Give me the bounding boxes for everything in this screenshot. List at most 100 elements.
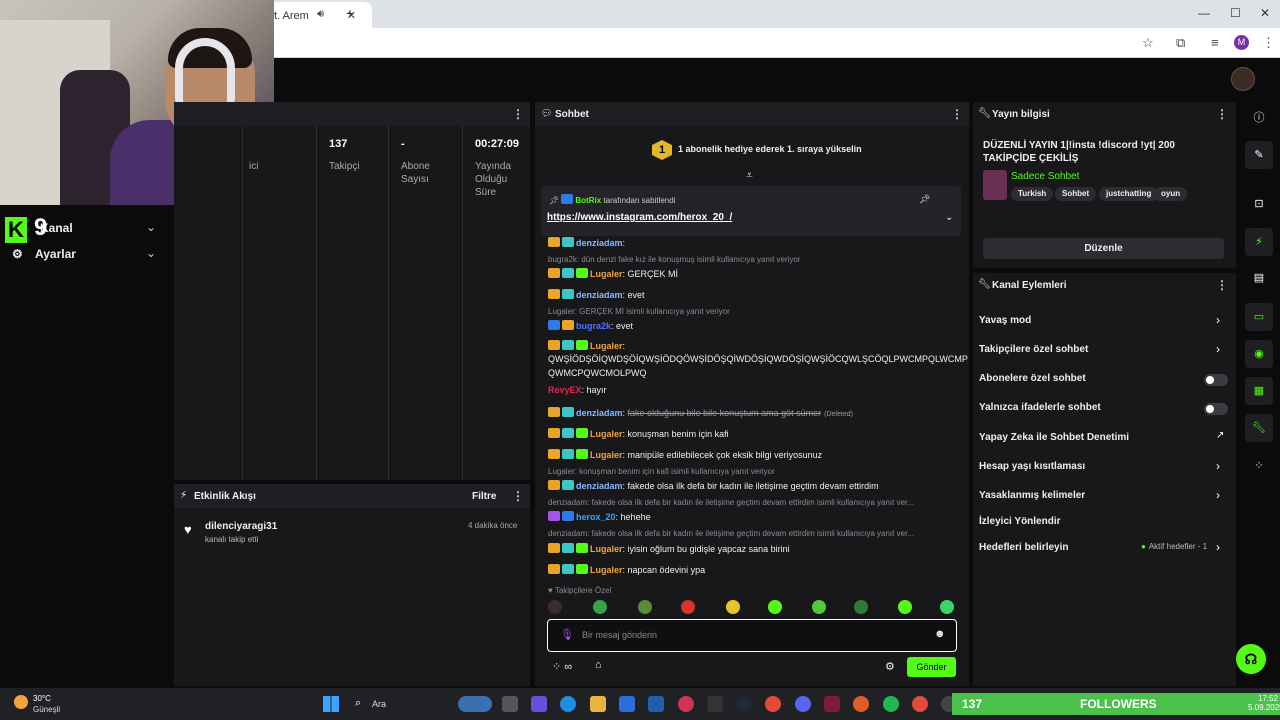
chevron-right-icon[interactable]: ›: [1216, 459, 1220, 473]
taskbar-widget[interactable]: [458, 696, 492, 712]
minimize-icon[interactable]: —: [1198, 6, 1210, 20]
emote[interactable]: [940, 600, 954, 614]
more-options-icon[interactable]: ⋮: [512, 489, 524, 503]
info-icon[interactable]: ⓘ: [1245, 104, 1273, 132]
emote[interactable]: [854, 600, 868, 614]
chat-username[interactable]: herox_20: [576, 512, 616, 522]
chevron-right-icon[interactable]: ›: [1216, 488, 1220, 502]
chevron-down-icon[interactable]: ⌄: [146, 220, 156, 234]
steam-icon[interactable]: [736, 696, 752, 712]
store-icon[interactable]: ⌂: [595, 659, 602, 671]
extensions-icon[interactable]: ⧉: [1176, 35, 1185, 51]
browser-tab-active[interactable]: t. Arem 🔊︎ ✕: [262, 2, 372, 28]
help-button[interactable]: ☊: [1236, 644, 1266, 674]
action-emotes-only[interactable]: Yalnızca ifadelerle sohbet: [979, 402, 1101, 413]
emote[interactable]: [768, 600, 782, 614]
tools-icon[interactable]: ⁘: [1245, 452, 1273, 480]
epic-games-icon[interactable]: [707, 696, 723, 712]
chat-input[interactable]: 🎙︎ Bir mesaj gönderin ☻: [547, 619, 957, 652]
tag[interactable]: Turkish: [1011, 187, 1054, 201]
speaker-icon[interactable]: 🔊︎: [317, 8, 324, 21]
chat-username[interactable]: Lugaler: [590, 429, 623, 439]
chevron-right-icon[interactable]: ›: [1216, 313, 1220, 327]
category-thumbnail[interactable]: [983, 170, 1007, 200]
user-avatar[interactable]: [1231, 67, 1255, 91]
tag[interactable]: oyun: [1154, 187, 1188, 201]
send-button[interactable]: Gönder: [907, 657, 956, 677]
chevron-right-icon[interactable]: ›: [1216, 540, 1220, 554]
opera-icon[interactable]: [678, 696, 694, 712]
subscribers-only-toggle[interactable]: [1204, 374, 1228, 386]
search-icon[interactable]: ⌕: [355, 697, 361, 710]
chat-icon[interactable]: ▭: [1245, 303, 1273, 331]
more-options-icon[interactable]: ⋮: [1216, 107, 1228, 121]
action-followers-only[interactable]: Takipçilere özel sohbet: [979, 344, 1088, 355]
outlook-icon[interactable]: [648, 696, 664, 712]
tag[interactable]: Sohbet: [1055, 187, 1097, 201]
profile-avatar[interactable]: M: [1234, 35, 1249, 50]
chevron-down-icon[interactable]: ⌄: [945, 212, 953, 223]
bookmark-star-icon[interactable]: ☆: [1142, 35, 1154, 51]
chat-username[interactable]: Lugaler: [590, 341, 623, 351]
tag[interactable]: justchatting: [1099, 187, 1159, 201]
document-icon[interactable]: ▤: [1245, 264, 1273, 292]
app-icon[interactable]: [853, 696, 869, 712]
external-link-icon[interactable]: ↗: [1216, 430, 1224, 441]
pencil-icon[interactable]: ✎: [1245, 141, 1273, 169]
maximize-icon[interactable]: ☐: [1230, 6, 1241, 20]
media-control-icon[interactable]: ≡: [1211, 35, 1219, 50]
pinned-link[interactable]: https://www.instagram.com/herox_20_/: [547, 212, 732, 223]
action-raid[interactable]: İzleyici Yönlendir: [979, 516, 1061, 527]
taskbar-search[interactable]: Ara: [372, 699, 386, 709]
chat-username[interactable]: Lugaler: [590, 565, 623, 575]
broadcast-icon[interactable]: ◉: [1245, 340, 1273, 368]
settings-gear-icon[interactable]: ⚙: [885, 660, 895, 673]
emote[interactable]: [638, 600, 652, 614]
new-tab-button[interactable]: +: [346, 5, 354, 21]
chat-username[interactable]: denziadam: [576, 408, 623, 418]
action-subscribers-only[interactable]: Abonelere özel sohbet: [979, 373, 1086, 384]
emote[interactable]: [898, 600, 912, 614]
window-close-icon[interactable]: ✕: [1260, 6, 1270, 20]
action-banned-words[interactable]: Yasaklanmış kelimeler: [979, 490, 1085, 501]
collapse-icon[interactable]: ⩡: [746, 168, 753, 183]
emote[interactable]: [593, 600, 607, 614]
chrome-icon[interactable]: [912, 696, 928, 712]
action-account-age[interactable]: Hesap yaşı kısıtlaması: [979, 461, 1085, 472]
weather-temperature[interactable]: 30°C: [33, 694, 51, 703]
pin-icon[interactable]: 📌︎: [919, 194, 930, 205]
task-view-icon[interactable]: [502, 696, 518, 712]
emotes-only-toggle[interactable]: [1204, 403, 1228, 415]
file-explorer-icon[interactable]: [590, 696, 606, 712]
emote[interactable]: [726, 600, 740, 614]
more-options-icon[interactable]: ⋮: [1216, 278, 1228, 292]
chat-username[interactable]: Lugaler: [590, 269, 623, 279]
action-ai-moderation[interactable]: Yapay Zeka ile Sohbet Denetimi: [979, 432, 1129, 443]
app-icon[interactable]: [824, 696, 840, 712]
edit-button[interactable]: Düzenle: [983, 238, 1224, 259]
chat-username[interactable]: bugra2k: [576, 321, 611, 331]
emoji-icon[interactable]: ☻: [934, 628, 946, 640]
sidebar-item-ayarlar[interactable]: Ayarlar: [35, 247, 76, 261]
chevron-down-icon[interactable]: ⌄: [146, 246, 156, 260]
chat-username[interactable]: denziadam: [576, 481, 623, 491]
filter-button[interactable]: Filtre: [472, 491, 496, 502]
edge-icon[interactable]: [560, 696, 576, 712]
chrome-icon[interactable]: [765, 696, 781, 712]
chat-tools-icon[interactable]: ⁘ ∞: [552, 660, 572, 673]
browser-menu-icon[interactable]: ⋮: [1262, 35, 1275, 51]
lightning-icon[interactable]: ⚡︎: [1245, 228, 1273, 256]
gift-leaderboard-text[interactable]: 1 abonelik hediye ederek 1. sıraya yükse…: [678, 144, 862, 154]
camera-icon[interactable]: ⊡: [1245, 190, 1273, 218]
action-goals[interactable]: Hedefleri belirleyin: [979, 542, 1068, 553]
wrench-icon[interactable]: 🔧︎: [1245, 414, 1273, 442]
clock[interactable]: 17:525.09.2025: [1248, 694, 1280, 712]
spotify-icon[interactable]: [883, 696, 899, 712]
copilot-icon[interactable]: [531, 696, 547, 712]
emote[interactable]: [812, 600, 826, 614]
discord-icon[interactable]: [795, 696, 811, 712]
more-options-icon[interactable]: ⋮: [512, 107, 524, 121]
chevron-right-icon[interactable]: ›: [1216, 342, 1220, 356]
layout-icon[interactable]: ▦: [1245, 377, 1273, 405]
action-slow-mode[interactable]: Yavaş mod: [979, 315, 1031, 326]
